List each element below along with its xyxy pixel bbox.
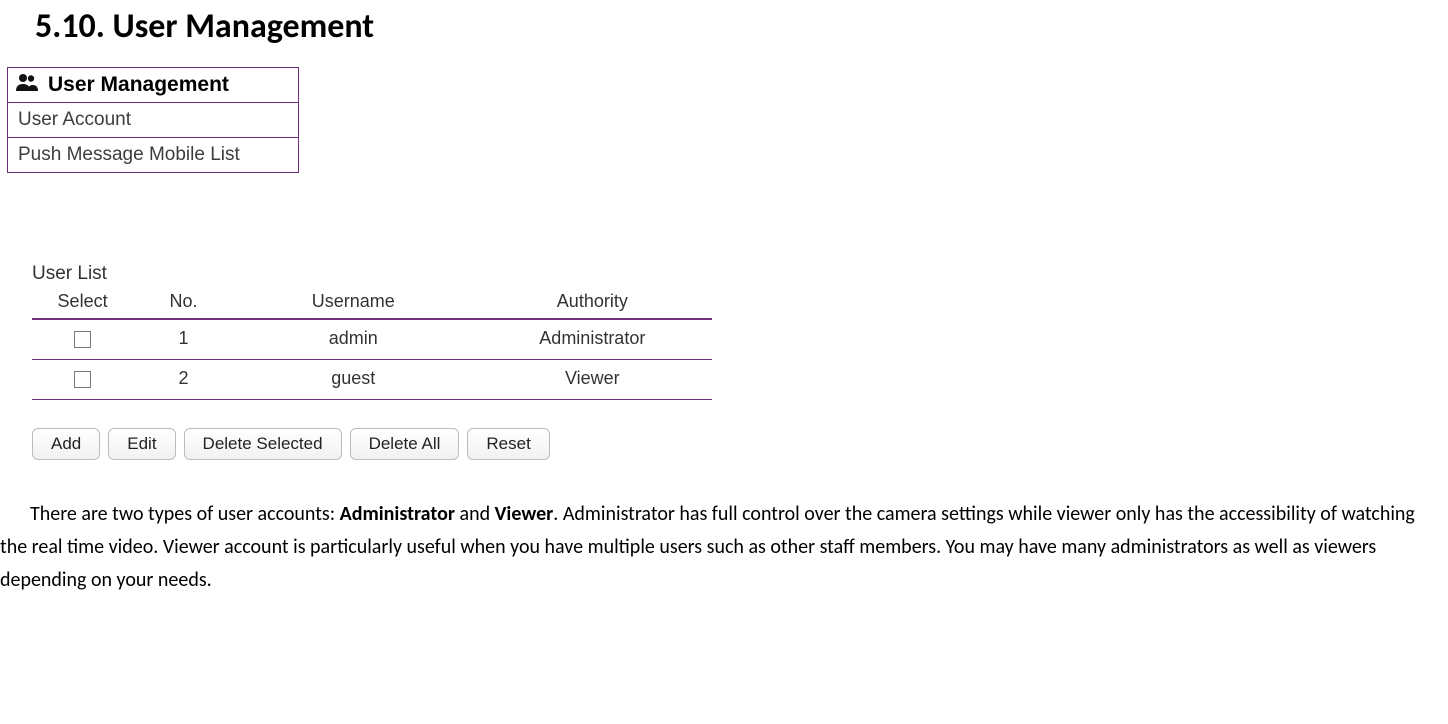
button-row: Add Edit Delete Selected Delete All Rese…: [32, 428, 1448, 460]
users-icon: [16, 73, 38, 97]
add-button[interactable]: Add: [32, 428, 100, 460]
menu-item-push-message[interactable]: Push Message Mobile List: [8, 137, 298, 172]
row-checkbox[interactable]: [74, 331, 91, 348]
section-heading: 5.10. User Management: [35, 6, 1448, 47]
col-header-authority: Authority: [473, 287, 712, 319]
menu-header: User Management: [8, 68, 298, 103]
row-checkbox[interactable]: [74, 371, 91, 388]
col-header-no: No.: [133, 287, 234, 319]
description-paragraph: There are two types of user accounts: Ad…: [0, 498, 1442, 597]
menu-title: User Management: [48, 73, 229, 97]
user-table: Select No. Username Authority 1 admin Ad…: [32, 287, 712, 400]
cell-username: guest: [234, 360, 473, 400]
cell-no: 2: [133, 360, 234, 400]
para-text: There are two types of user accounts:: [30, 502, 340, 526]
user-management-menu: User Management User Account Push Messag…: [7, 67, 299, 173]
col-header-username: Username: [234, 287, 473, 319]
para-text: and: [455, 502, 495, 526]
user-list-title: User List: [32, 263, 1448, 285]
col-header-select: Select: [32, 287, 133, 319]
menu-item-user-account[interactable]: User Account: [8, 103, 298, 137]
para-bold-admin: Administrator: [340, 502, 455, 526]
para-bold-viewer: Viewer: [495, 502, 554, 526]
cell-no: 1: [133, 319, 234, 360]
user-list-section: User List Select No. Username Authority …: [32, 263, 1448, 460]
delete-selected-button[interactable]: Delete Selected: [184, 428, 342, 460]
table-row: 2 guest Viewer: [32, 360, 712, 400]
cell-authority: Administrator: [473, 319, 712, 360]
delete-all-button[interactable]: Delete All: [350, 428, 460, 460]
cell-authority: Viewer: [473, 360, 712, 400]
cell-username: admin: [234, 319, 473, 360]
table-row: 1 admin Administrator: [32, 319, 712, 360]
reset-button[interactable]: Reset: [467, 428, 549, 460]
edit-button[interactable]: Edit: [108, 428, 175, 460]
